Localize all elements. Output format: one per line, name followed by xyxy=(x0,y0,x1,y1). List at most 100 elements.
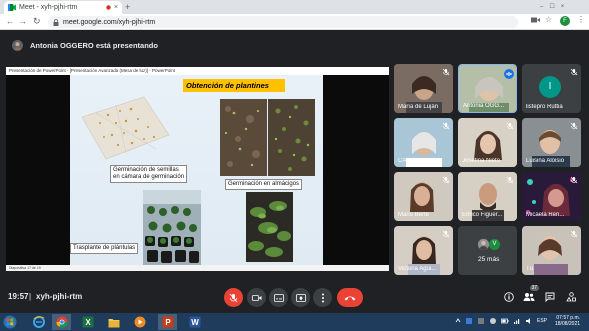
photo-seedbed-left xyxy=(220,99,267,176)
meeting-clock: 19:57 xyxy=(8,292,29,301)
participant-tile[interactable]: Luisina Aloisio xyxy=(522,118,581,167)
window-controls[interactable]: –☐× xyxy=(540,3,570,10)
meeting-details-button[interactable] xyxy=(502,290,516,304)
self-view-tile[interactable]: Tú xyxy=(522,226,581,275)
participant-tile[interactable]: Mario Berte xyxy=(394,172,453,221)
participant-tile-active-speaker[interactable]: Antonia OGG... xyxy=(458,64,517,113)
activities-shapes-icon xyxy=(565,292,576,302)
participant-count-badge: 37 xyxy=(530,285,539,291)
participant-name: Enrico Figuer... xyxy=(462,212,503,218)
participant-avatar: V xyxy=(489,239,500,250)
lock-icon xyxy=(53,18,59,26)
participant-avatar-photo xyxy=(478,239,489,250)
back-button[interactable]: ← xyxy=(6,17,14,26)
photo-seedlings xyxy=(246,192,293,262)
more-participants-count: 25 más xyxy=(478,256,500,263)
mic-toggle-button[interactable] xyxy=(224,288,243,307)
tab-title: Meet - xyh-pjhi-rtm xyxy=(19,4,78,11)
reload-button[interactable]: ↻ xyxy=(33,16,41,27)
participants-button[interactable]: 37 xyxy=(522,285,539,304)
tray-app-icon[interactable] xyxy=(477,317,485,325)
captions-button[interactable] xyxy=(269,288,288,307)
volume-icon[interactable] xyxy=(525,317,533,325)
omnibox[interactable]: meet.google.com/xyh-pjhi-rtm xyxy=(48,16,518,28)
taskbar-clock[interactable]: 07:57 p.m. 18/08/2021 xyxy=(555,315,580,327)
mic-off-icon xyxy=(570,230,578,238)
participant-tile[interactable]: Josefina Nieto xyxy=(458,118,517,167)
presenter-banner: Antonia OGGERO está presentando xyxy=(0,32,589,58)
camera-indicator-icon[interactable] xyxy=(531,16,540,24)
internet-explorer-icon[interactable] xyxy=(29,314,48,330)
participant-tile[interactable]: CARLA RITA T... xyxy=(394,118,453,167)
participant-name: Micaela Ren... xyxy=(526,212,565,218)
participant-name: Antonia OGG... xyxy=(463,103,505,109)
participant-name: CARLA RITA T... xyxy=(398,158,442,164)
powerpoint-status-bar: Diapositiva 17 de 19 xyxy=(6,265,389,271)
photo-seedbed-right xyxy=(268,99,315,176)
participant-tile[interactable]: Enrico Figuer... xyxy=(458,172,517,221)
chrome-icon[interactable] xyxy=(52,314,71,330)
camera-toggle-button[interactable] xyxy=(247,288,266,307)
mic-off-icon xyxy=(506,122,514,130)
participant-tile[interactable]: Micaela Ren... xyxy=(522,172,581,221)
svg-text:X: X xyxy=(85,318,91,327)
mic-off-icon xyxy=(442,68,450,76)
participant-name: Luisina Aloisio xyxy=(526,158,565,164)
present-screen-icon xyxy=(295,293,306,302)
people-icon xyxy=(523,293,535,301)
bookmark-star-icon[interactable]: ☆ xyxy=(545,15,552,24)
caption-germination-chamber: Germinación de semillas en cámara de ger… xyxy=(110,165,188,183)
hang-up-icon xyxy=(344,296,356,300)
participant-name: Mario Berte xyxy=(398,212,430,218)
system-tray[interactable]: ESP xyxy=(455,317,547,325)
mic-off-icon xyxy=(229,293,238,302)
chat-icon xyxy=(545,292,555,302)
present-now-button[interactable] xyxy=(291,288,310,307)
powerpoint-window-title: Presentación de PowerPoint - [Presentaci… xyxy=(6,67,389,75)
browser-menu-button[interactable]: ⋮ xyxy=(577,15,585,24)
new-tab-button[interactable]: + xyxy=(125,2,130,12)
forward-button[interactable]: → xyxy=(19,17,27,26)
photo-transplant xyxy=(143,190,201,265)
word-icon[interactable]: W xyxy=(185,314,204,330)
chat-button[interactable] xyxy=(543,290,557,304)
tray-chevron-icon[interactable] xyxy=(455,317,461,325)
url-text: meet.google.com/xyh-pjhi-rtm xyxy=(63,18,156,26)
close-tab-icon[interactable]: × xyxy=(114,4,118,11)
windows-start-icon[interactable] xyxy=(3,315,17,329)
closed-captions-icon xyxy=(273,293,284,302)
activities-button[interactable] xyxy=(564,290,578,304)
svg-text:P: P xyxy=(165,318,171,327)
mic-off-icon xyxy=(442,176,450,184)
media-player-icon[interactable] xyxy=(130,314,149,330)
participant-avatar: I xyxy=(539,76,561,98)
participant-name: listepro Ruttia xyxy=(526,104,563,110)
file-explorer-icon[interactable] xyxy=(104,314,123,330)
leave-call-button[interactable] xyxy=(337,288,363,307)
language-indicator[interactable]: ESP xyxy=(537,317,547,325)
participant-name: Josefina Nieto xyxy=(462,158,501,164)
more-options-button[interactable] xyxy=(313,288,332,307)
participant-tile[interactable]: María de Luján xyxy=(394,64,453,113)
presenter-text: Antonia OGGERO está presentando xyxy=(30,40,158,50)
profile-avatar[interactable]: F xyxy=(560,16,570,26)
caption-transplant: Trasplante de plántulas xyxy=(70,243,139,254)
meeting-code: xyh-pjhi-rtm xyxy=(36,292,83,301)
mic-off-icon xyxy=(442,122,450,130)
powerpoint-icon[interactable]: P xyxy=(158,314,177,330)
mic-off-icon xyxy=(442,230,450,238)
presenter-avatar xyxy=(12,39,23,51)
more-participants-tile[interactable]: V 25 más xyxy=(458,226,517,275)
participant-name: María de Luján xyxy=(398,104,439,110)
network-icon[interactable] xyxy=(513,317,521,325)
info-icon xyxy=(504,292,514,302)
browser-tab[interactable]: Meet - xyh-pjhi-rtm × xyxy=(4,1,122,14)
participant-tile[interactable]: I listepro Ruttia xyxy=(522,64,581,113)
photo-germination-chamber xyxy=(76,93,172,163)
tray-app-icon[interactable] xyxy=(465,317,473,325)
participant-tile[interactable]: Victoria Agui... xyxy=(394,226,453,275)
excel-icon[interactable]: X xyxy=(78,314,97,330)
tray-app-icon[interactable] xyxy=(489,317,497,325)
battery-icon[interactable] xyxy=(501,317,509,325)
taskbar-date: 18/08/2021 xyxy=(555,321,581,327)
